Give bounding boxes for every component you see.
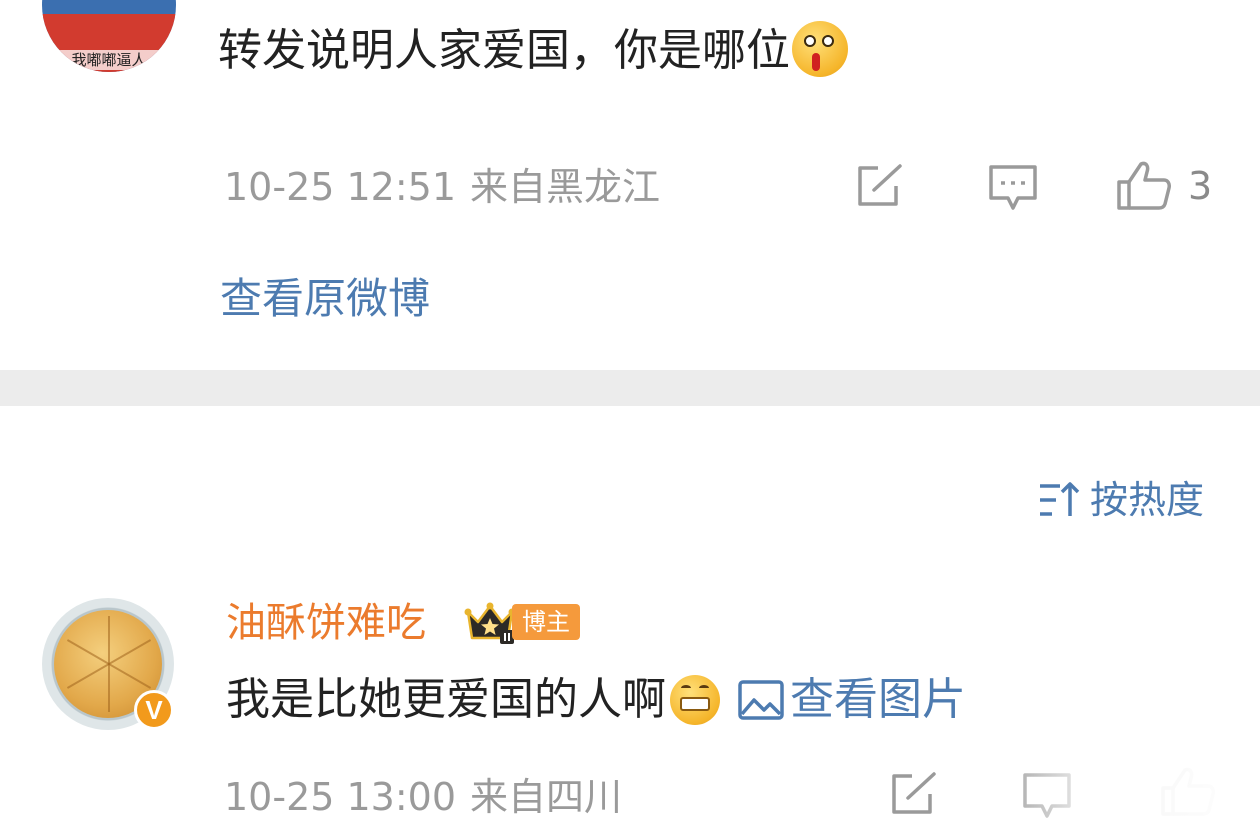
avatar-caption: 我嘟嘟逼人 [42,50,176,70]
view-image-label: 查看图片 [790,674,966,725]
grin-emoji-icon [670,675,720,725]
comment-button[interactable] [988,164,1038,212]
comment-time: 10-25 12:51 [224,165,457,209]
verified-badge-icon: V [134,690,174,730]
repost-button[interactable] [890,772,938,816]
comment-text: 转发说明人家爱国，你是哪位 [218,20,848,82]
bottom-fade-overlay [990,760,1260,837]
repost-icon [858,164,902,206]
comment-time: 10-25 13:00 [224,775,457,819]
view-original-link[interactable]: 查看原微博 [220,270,430,328]
bleeding-face-emoji-icon [792,21,848,77]
comment-location: 来自四川 [470,775,623,819]
crown-icon [464,602,516,644]
section-divider [0,370,1260,406]
thumbs-up-icon [1117,161,1171,210]
comment-text-content: 我是比她更爱国的人啊 [226,674,666,725]
view-image-link[interactable]: 查看图片 [738,670,966,730]
comment-location: 来自黑龙江 [470,165,661,209]
repost-button[interactable] [856,164,904,208]
avatar[interactable]: 我嘟嘟逼人 [42,0,176,72]
repost-icon [892,772,936,814]
sort-by-hot-button[interactable]: 按热度 [1038,474,1204,526]
comment-text-content: 转发说明人家爱国，你是哪位 [218,25,790,76]
comment-meta: 10-25 13:00 来自四川 [224,772,622,822]
blogger-badge: 博主 [512,604,580,640]
username[interactable]: 油酥饼难吃 [226,596,426,650]
like-count: 3 [1188,164,1213,208]
image-icon [738,680,784,720]
comment-icon [989,165,1037,210]
comment-meta: 10-25 12:51 来自黑龙江 [224,162,660,212]
comment-text: 我是比她更爱国的人啊 查看图片 [226,670,966,730]
sort-icon [1039,482,1080,516]
like-button[interactable]: 3 [1116,160,1212,212]
sort-label: 按热度 [1089,478,1204,522]
